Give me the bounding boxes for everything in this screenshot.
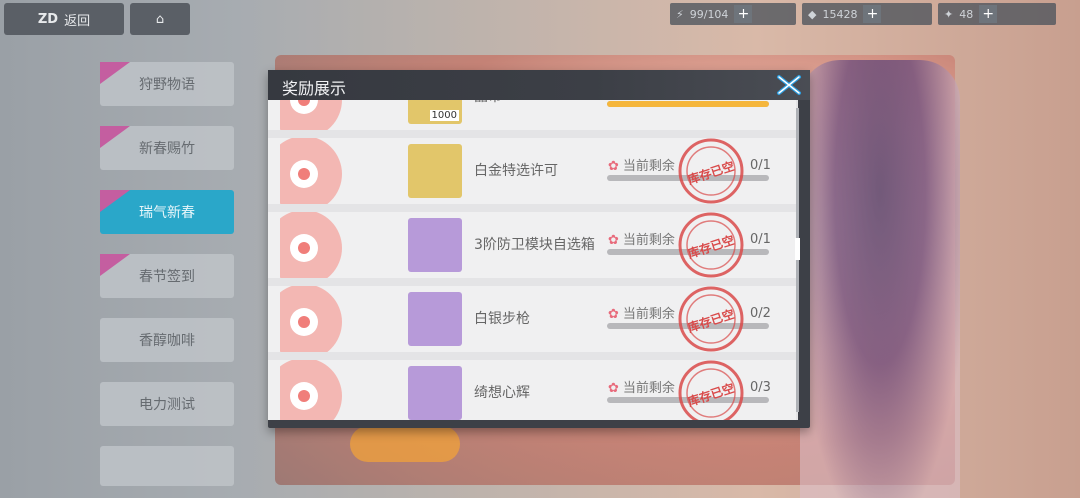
- reward-item-icon[interactable]: 1000: [408, 100, 462, 124]
- sidebar-item-label: 新春赐竹: [139, 141, 195, 157]
- new-tag: [100, 190, 130, 212]
- remaining-count: 0/1: [750, 232, 771, 247]
- sidebar-item-5[interactable]: 电力测试: [100, 382, 234, 426]
- sidebar-item-label: 电力测试: [139, 397, 195, 413]
- reward-row-0: 1000 晶币: [268, 100, 796, 130]
- back-button[interactable]: ZD 返回: [4, 3, 124, 35]
- sidebar-item-1[interactable]: 新春赐竹: [100, 126, 234, 170]
- back-label: 返回: [64, 13, 91, 29]
- dialog-title: 奖励展示: [282, 79, 347, 98]
- sidebar-item-label: 狩野物语: [139, 77, 195, 93]
- remaining-count: 0/3: [750, 380, 771, 395]
- reward-item-icon[interactable]: [408, 218, 462, 272]
- character-art: [800, 60, 960, 498]
- home-icon: ⌂: [155, 11, 165, 27]
- sidebar-item-2[interactable]: 瑞气新春: [100, 190, 234, 234]
- fan-decoration-icon: [280, 138, 342, 204]
- remaining-label: ✿ 当前剩余: [608, 381, 675, 396]
- token-value: 48: [959, 7, 974, 21]
- logo-icon: ZD: [37, 11, 59, 27]
- flower-icon: ✿: [608, 307, 619, 322]
- add-crystals-button[interactable]: +: [863, 5, 882, 23]
- remaining-count: 0/2: [750, 306, 771, 321]
- progress-fill: [607, 101, 769, 107]
- resource-bar: ⚡ 99/104 + ◆ 15428 + ✦ 48 +: [670, 3, 1056, 25]
- close-icon: [777, 75, 801, 95]
- flower-icon: ✿: [608, 159, 619, 174]
- event-action-button[interactable]: [350, 426, 460, 462]
- resource-crystals: ◆ 15428 +: [802, 3, 932, 25]
- close-button[interactable]: [776, 74, 802, 96]
- remaining-label: ✿ 当前剩余: [608, 233, 675, 248]
- sidebar-item-label: 瑞气新春: [139, 205, 195, 221]
- sidebar-item-4[interactable]: 香醇咖啡: [100, 318, 234, 362]
- reward-item-icon[interactable]: [408, 366, 462, 420]
- home-button[interactable]: ⌂: [130, 3, 190, 35]
- reward-item-name: 3阶防卫模块自选箱: [474, 237, 595, 253]
- reward-row-1: 白金特选许可 ✿ 当前剩余 库存已空 0/1: [268, 138, 796, 204]
- fan-decoration-icon: [280, 100, 342, 130]
- flower-icon: ✿: [608, 381, 619, 396]
- fan-decoration-icon: [280, 212, 342, 278]
- resource-stamina: ⚡ 99/104 +: [670, 3, 796, 25]
- reward-item-name: 晶币: [474, 100, 502, 106]
- sidebar-item-6[interactable]: [100, 446, 234, 486]
- reward-item-name: 白金特选许可: [474, 163, 558, 179]
- add-stamina-button[interactable]: +: [734, 5, 753, 23]
- fan-decoration-icon: [280, 286, 342, 352]
- new-tag: [100, 126, 130, 148]
- reward-item-icon[interactable]: [408, 292, 462, 346]
- remaining-label: ✿ 当前剩余: [608, 159, 675, 174]
- dialog-header: 奖励展示: [268, 70, 810, 100]
- reward-row-4: 绮想心辉 ✿ 当前剩余 库存已空 0/3: [268, 360, 796, 420]
- crystal-value: 15428: [822, 7, 858, 21]
- reward-row-2: 3阶防卫模块自选箱 ✿ 当前剩余 库存已空 0/1: [268, 212, 796, 278]
- flower-icon: ✿: [608, 233, 619, 248]
- sidebar-item-label: 春节签到: [139, 269, 195, 285]
- stamina-icon: ⚡: [676, 7, 684, 21]
- stamina-value: 99/104: [689, 7, 729, 21]
- resource-tokens: ✦ 48 +: [938, 3, 1056, 25]
- remaining-label: ✿ 当前剩余: [608, 307, 675, 322]
- top-left-bar: ZD 返回 ⌂: [4, 3, 190, 35]
- reward-row-3: 白银步枪 ✿ 当前剩余 库存已空 0/2: [268, 286, 796, 352]
- sidebar-item-3[interactable]: 春节签到: [100, 254, 234, 298]
- reward-list[interactable]: 1000 晶币 白金特选许可 ✿当前剩余 库存已空 0/1 3阶防卫模块自选箱 …: [268, 100, 798, 420]
- token-icon: ✦: [944, 7, 954, 21]
- sidebar-item-0[interactable]: 狩野物语: [100, 62, 234, 106]
- progress-bar: [607, 101, 769, 107]
- scrollbar-thumb[interactable]: [795, 238, 800, 260]
- reward-item-name: 白银步枪: [474, 311, 530, 327]
- sidebar-item-label: 香醇咖啡: [139, 333, 195, 349]
- reward-item-icon[interactable]: [408, 144, 462, 198]
- remaining-count: 0/1: [750, 158, 771, 173]
- scrollbar-track[interactable]: [796, 108, 799, 412]
- new-tag: [100, 62, 130, 84]
- add-tokens-button[interactable]: +: [979, 5, 998, 23]
- reward-dialog: 奖励展示 1000 晶币 白金特选许可 ✿当前剩余 库存已空 0/1: [268, 70, 810, 428]
- crystal-icon: ◆: [808, 7, 817, 21]
- reward-item-name: 绮想心辉: [474, 385, 530, 401]
- fan-decoration-icon: [280, 360, 342, 420]
- new-tag: [100, 254, 130, 276]
- quantity-badge: 1000: [429, 110, 459, 121]
